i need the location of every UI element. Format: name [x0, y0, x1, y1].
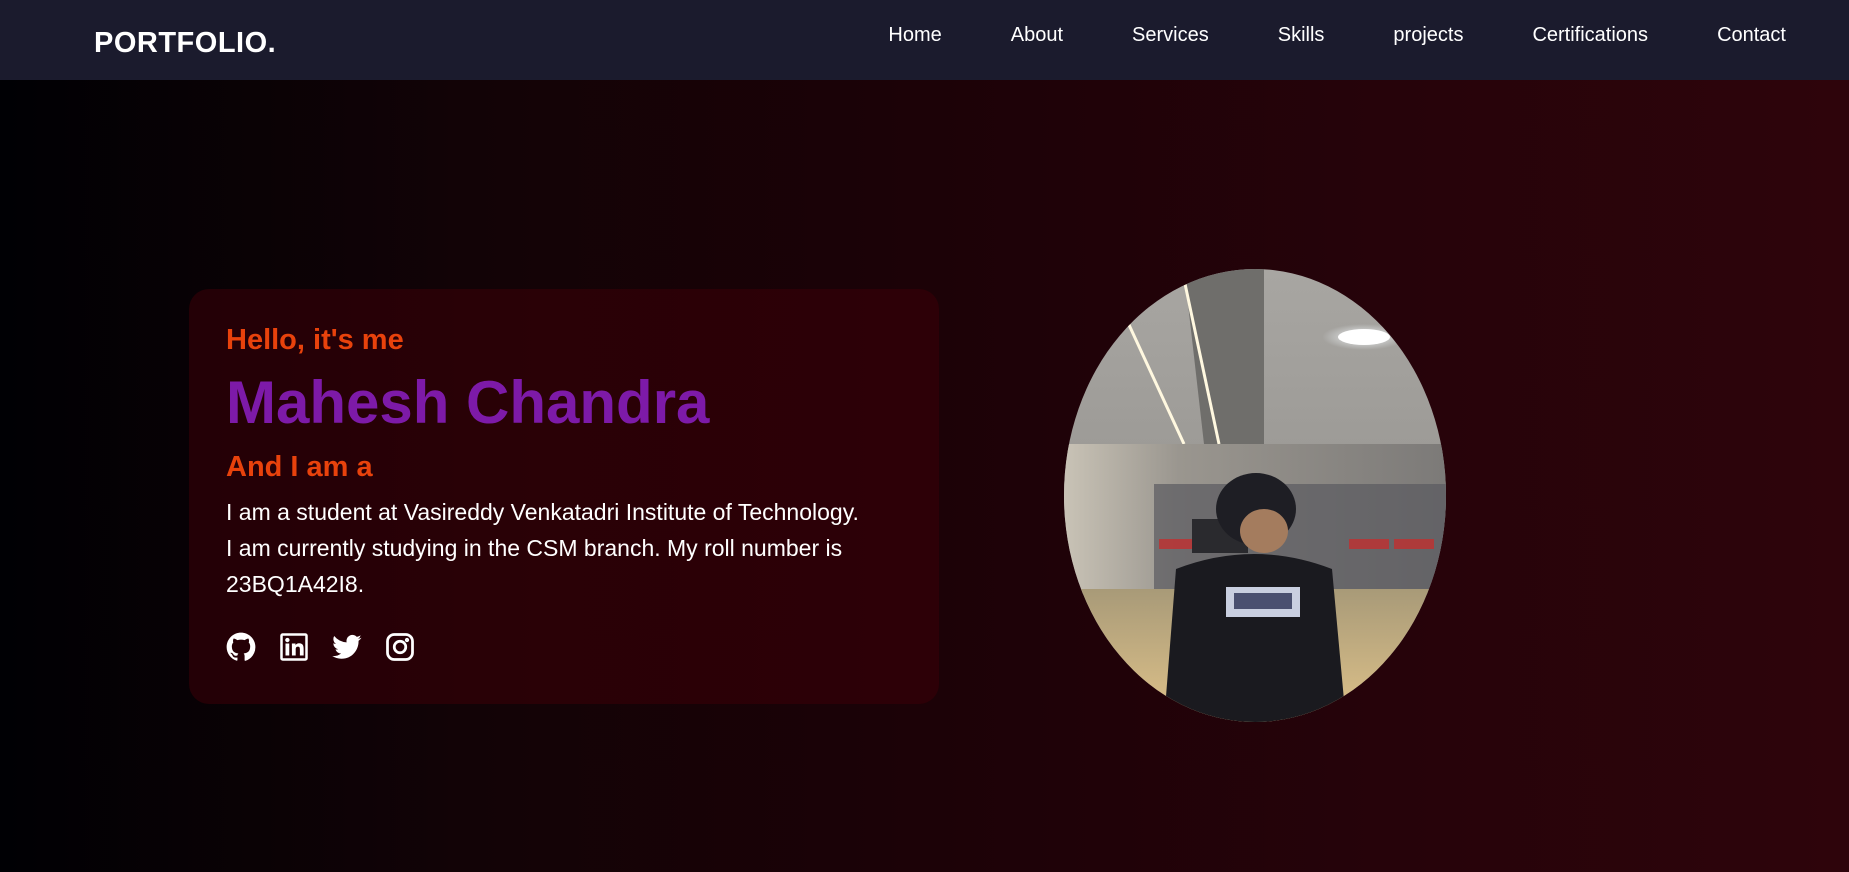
profile-photo-illustration	[1064, 269, 1446, 722]
nav-link-home[interactable]: Home	[888, 24, 941, 47]
social-links	[226, 632, 939, 662]
nav-link-contact[interactable]: Contact	[1717, 24, 1786, 47]
profile-name: Mahesh Chandra	[226, 369, 710, 436]
nav-link-services[interactable]: Services	[1132, 24, 1209, 47]
github-icon[interactable]	[226, 632, 256, 662]
navbar: PORTFOLIO. Home About Services Skills pr…	[0, 0, 1849, 80]
hero-section: Hello, it's me Mahesh Chandra And I am a…	[0, 80, 1849, 872]
logo[interactable]: PORTFOLIO.	[94, 21, 276, 60]
instagram-icon[interactable]	[385, 632, 415, 662]
bio-text: I am a student at Vasireddy Venkatadri I…	[226, 499, 859, 597]
nav-link-about[interactable]: About	[1011, 24, 1063, 47]
nav-link-skills[interactable]: Skills	[1278, 24, 1325, 47]
linkedin-icon[interactable]	[279, 632, 309, 662]
nav-link-projects[interactable]: projects	[1393, 24, 1463, 47]
profile-photo	[1064, 269, 1446, 722]
greeting-text: Hello, it's me	[226, 324, 404, 356]
role-text: And I am a	[226, 451, 373, 483]
nav-links: Home About Services Skills projects Cert…	[819, 24, 1786, 47]
intro-card: Hello, it's me Mahesh Chandra And I am a…	[189, 289, 939, 704]
nav-link-certifications[interactable]: Certifications	[1532, 24, 1648, 47]
twitter-icon[interactable]	[332, 632, 362, 662]
